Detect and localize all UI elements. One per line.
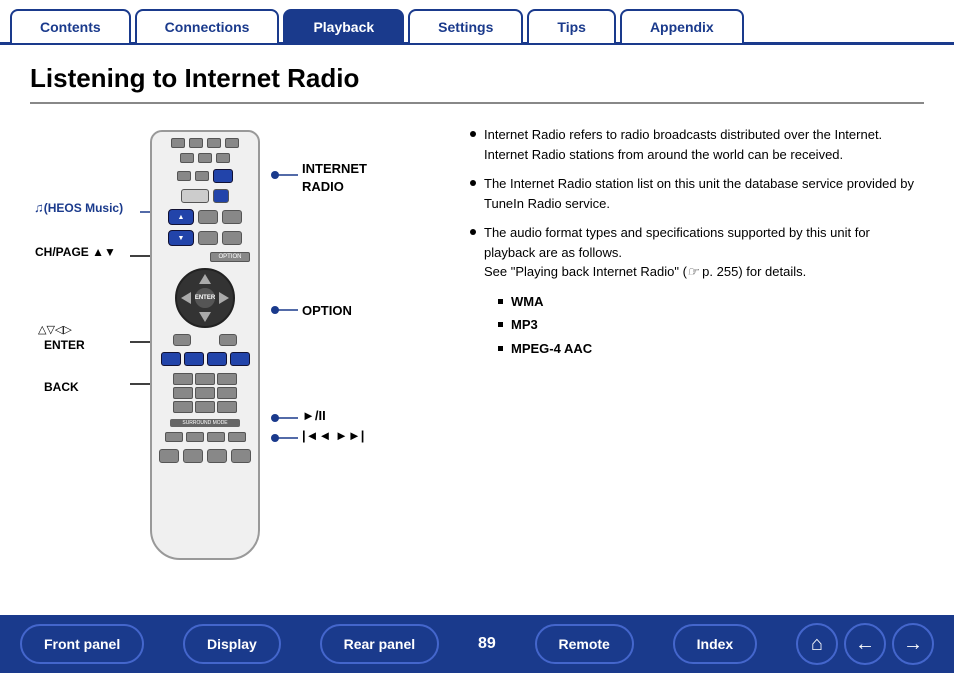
home-button[interactable]: ⌂: [796, 623, 838, 665]
tab-nav: Contents Connections Playback Settings T…: [0, 0, 954, 45]
remote-area: ▲ ▼ OPTION: [30, 120, 450, 600]
index-button[interactable]: Index: [673, 624, 758, 664]
back-nav-button[interactable]: ←: [844, 623, 886, 665]
front-panel-button[interactable]: Front panel: [20, 624, 144, 664]
label-back: BACK: [44, 380, 79, 394]
bottom-icons: ⌂ ← →: [796, 623, 934, 665]
label-heos-music: ♫(HEOS Music): [34, 200, 123, 215]
forward-nav-button[interactable]: →: [892, 623, 934, 665]
arrow-left-icon: ←: [855, 633, 875, 656]
remote-image: ▲ ▼ OPTION: [150, 130, 260, 560]
label-internet-radio: INTERNET RADIO: [302, 160, 367, 196]
tab-appendix[interactable]: Appendix: [620, 9, 744, 43]
label-ch-page: CH/PAGE ▲▼: [35, 245, 116, 259]
format-wma: WMA: [498, 292, 924, 312]
arrow-right-icon: →: [903, 633, 923, 656]
bullet-dot-3: [470, 229, 476, 235]
bottom-nav: Front panel Display Rear panel 89 Remote…: [0, 615, 954, 673]
display-button[interactable]: Display: [183, 624, 281, 664]
label-enter-arrows: △▽◁▷: [38, 323, 72, 336]
format-mp3: MP3: [498, 315, 924, 335]
bullet-1: Internet Radio refers to radio broadcast…: [470, 125, 924, 164]
format-list: WMA MP3 MPEG-4 AAC: [498, 292, 924, 359]
home-icon: ⌂: [811, 633, 823, 656]
page-content: Listening to Internet Radio: [0, 45, 954, 610]
label-option: OPTION: [302, 303, 352, 318]
bullet-3: The audio format types and specification…: [470, 223, 924, 362]
remote-button[interactable]: Remote: [535, 624, 634, 664]
tab-connections[interactable]: Connections: [135, 9, 280, 43]
label-play: ►/II: [302, 408, 326, 423]
page-title: Listening to Internet Radio: [30, 63, 924, 104]
tab-settings[interactable]: Settings: [408, 9, 523, 43]
main-area: ▲ ▼ OPTION: [30, 120, 924, 600]
bullet-dot-1: [470, 131, 476, 137]
label-transport: |◄◄ ►►|: [302, 428, 364, 443]
bullet-dot-2: [470, 180, 476, 186]
format-mpeg4aac: MPEG-4 AAC: [498, 339, 924, 359]
page-number: 89: [478, 635, 496, 653]
tab-contents[interactable]: Contents: [10, 9, 131, 43]
bullet-2: The Internet Radio station list on this …: [470, 174, 924, 213]
tab-playback[interactable]: Playback: [283, 9, 404, 43]
rear-panel-button[interactable]: Rear panel: [320, 624, 440, 664]
tab-tips[interactable]: Tips: [527, 9, 616, 43]
label-enter: ENTER: [44, 338, 85, 352]
info-area: Internet Radio refers to radio broadcast…: [450, 120, 924, 600]
